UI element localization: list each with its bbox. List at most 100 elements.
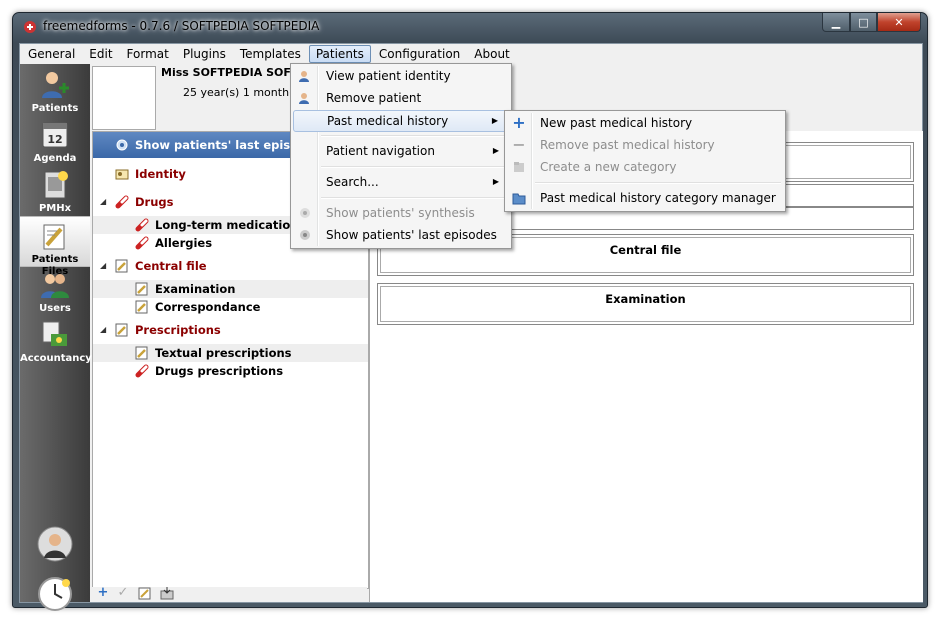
menu-item-show-synthesis[interactable]: Show patients' synthesis [293, 203, 507, 223]
expand-arrow-icon[interactable]: ◢ [100, 257, 106, 275]
menu-general[interactable]: General [22, 45, 81, 63]
tree-item-label: Correspondance [155, 300, 261, 314]
sidebar-item-label: Users [39, 303, 71, 314]
menu-templates[interactable]: Templates [234, 45, 307, 63]
tree-item-label: Textual prescriptions [155, 346, 292, 360]
app-icon [24, 21, 36, 33]
menu-item-label: Remove past medical history [540, 138, 715, 152]
edit-icon[interactable] [138, 586, 152, 600]
sidebar-item-label: Patients [31, 103, 79, 114]
tree-item-label: Long-term medication [155, 218, 299, 232]
id-card-icon [115, 169, 129, 180]
check-icon[interactable]: ✓ [116, 586, 130, 600]
tree-item-label: Examination [155, 282, 236, 296]
menu-item-new-pmh[interactable]: + New past medical history [507, 113, 781, 133]
edit-document-icon [135, 282, 148, 296]
tree-item-label: Identity [135, 167, 186, 181]
pill-icon [115, 195, 129, 209]
close-icon: ✕ [894, 15, 904, 29]
menu-item-create-category[interactable]: Create a new category [507, 157, 781, 177]
edit-document-icon [115, 259, 128, 273]
form-frame-examination: Examination [377, 283, 914, 325]
tree-item-drugs-prescriptions[interactable]: Drugs prescriptions [93, 362, 368, 380]
menu-item-show-last-episodes[interactable]: Show patients' last episodes [293, 225, 507, 245]
remove-icon: − [512, 135, 526, 154]
menu-item-label: New past medical history [540, 116, 693, 130]
sidebar-item-accountancy[interactable]: Accountancy [20, 316, 92, 365]
folder-icon [512, 193, 526, 205]
menu-separator [535, 182, 781, 184]
menu-item-label: Past medical history [327, 114, 449, 128]
maximize-button[interactable]: □ [850, 13, 877, 32]
sidebar-item-agenda[interactable]: 12 Agenda [20, 116, 90, 165]
close-button[interactable]: ✕ [877, 13, 921, 32]
edit-document-icon [115, 323, 128, 337]
gear-icon [300, 230, 310, 240]
menu-item-label: Past medical history category manager [540, 191, 776, 205]
window-controls: ▁ □ ✕ [822, 13, 921, 32]
menu-item-label: Create a new category [540, 160, 677, 174]
minimize-icon: ▁ [831, 15, 841, 29]
tree-item-textual-prescriptions[interactable]: Textual prescriptions [93, 344, 368, 362]
accountancy-icon [42, 321, 67, 346]
menu-item-label: View patient identity [326, 69, 451, 83]
tree-item-correspondance[interactable]: Correspondance [93, 298, 368, 316]
pill-icon [135, 236, 149, 250]
menu-bar: General Edit Format Plugins Templates Pa… [20, 44, 922, 64]
menu-plugins[interactable]: Plugins [177, 45, 232, 63]
tree-item-label: Drugs [135, 195, 174, 209]
add-icon[interactable]: + [96, 586, 110, 600]
menu-item-remove-patient[interactable]: Remove patient [293, 88, 507, 108]
maximize-icon: □ [858, 15, 869, 29]
edit-document-icon [135, 300, 148, 314]
sidebar-item-label: PMHx [38, 203, 72, 214]
patient-age: 25 year(s) 1 month(s) [183, 86, 304, 99]
menu-item-patient-navigation[interactable]: Patient navigation ▶ [293, 141, 507, 161]
menu-item-label: Show patients' last episodes [326, 228, 497, 242]
menu-separator [321, 197, 507, 199]
tree-item-prescriptions[interactable]: ◢ Prescriptions [93, 321, 368, 339]
tree-item-examination[interactable]: Examination [93, 280, 368, 298]
menu-item-label: Patient navigation [326, 144, 435, 158]
menu-item-label: Remove patient [326, 91, 422, 105]
tree-item-label: Allergies [155, 236, 213, 250]
menu-edit[interactable]: Edit [83, 45, 118, 63]
menu-item-view-patient-identity[interactable]: View patient identity [293, 66, 507, 86]
tree-item-label: Drugs prescriptions [155, 364, 284, 378]
patients-icon [42, 72, 69, 98]
menu-item-remove-pmh[interactable]: − Remove past medical history [507, 135, 781, 155]
menu-patients[interactable]: Patients [308, 45, 371, 63]
submenu-arrow-icon: ▶ [492, 177, 499, 186]
submenu-arrow-icon: ▶ [491, 116, 498, 125]
sidebar-item-users[interactable]: Users [20, 266, 90, 315]
pill-icon [135, 218, 149, 232]
user-avatar-icon[interactable] [37, 526, 73, 562]
tree-item-label: Central file [135, 259, 207, 273]
clock-icon[interactable] [37, 576, 73, 612]
menu-format[interactable]: Format [121, 45, 175, 63]
expand-arrow-icon[interactable]: ◢ [100, 193, 106, 211]
window-title: freemedforms - 0.7.6 / SOFTPEDIA SOFTPED… [43, 19, 320, 33]
menu-item-label: Show patients' synthesis [326, 206, 475, 220]
sidebar-item-patients-files[interactable]: Patients Files [20, 216, 90, 277]
save-icon[interactable] [160, 586, 174, 600]
menu-about[interactable]: About [468, 45, 515, 63]
menu-item-category-manager[interactable]: Past medical history category manager [507, 188, 781, 208]
patient-icon [299, 93, 309, 104]
menu-item-search[interactable]: Search... ▶ [293, 172, 507, 192]
submenu-arrow-icon: ▶ [492, 146, 499, 155]
expand-arrow-icon[interactable]: ◢ [100, 321, 106, 339]
sidebar-item-label: Accountancy [20, 353, 92, 364]
patient-photo[interactable] [92, 66, 156, 130]
add-icon: + [512, 113, 526, 132]
tree-item-central-file[interactable]: ◢ Central file [93, 257, 368, 275]
title-bar[interactable]: freemedforms - 0.7.6 / SOFTPEDIA SOFTPED… [13, 13, 927, 43]
calendar-icon: 12 [42, 122, 68, 148]
sidebar-item-patients[interactable]: Patients [20, 66, 90, 115]
sidebar-item-pmhx[interactable]: PMHx [20, 166, 90, 215]
patients-files-icon [43, 224, 65, 250]
menu-configuration[interactable]: Configuration [373, 45, 466, 63]
edit-document-icon [135, 346, 148, 360]
minimize-button[interactable]: ▁ [822, 13, 850, 32]
menu-item-past-medical-history[interactable]: Past medical history ▶ [293, 110, 507, 132]
